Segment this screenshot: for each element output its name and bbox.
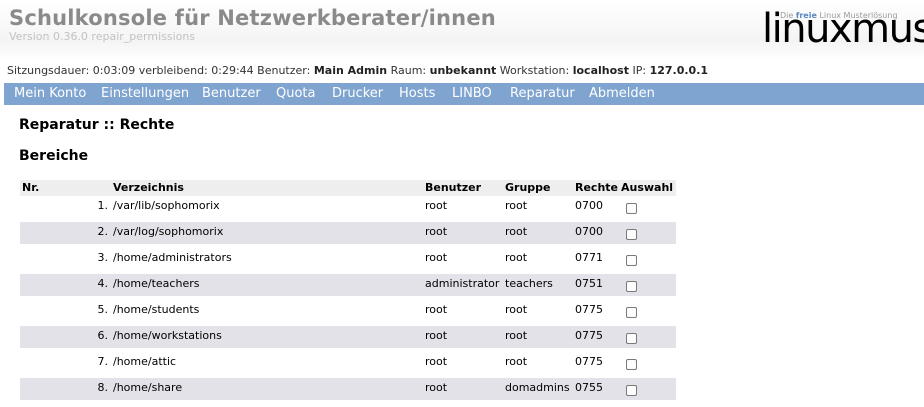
- nav-abmelden[interactable]: Abmelden: [589, 83, 655, 105]
- app-title: Schulkonsole für Netzwerkberater/innen: [9, 6, 496, 30]
- logo-wordmark: linuxmuster: [762, 6, 924, 52]
- table-row: 2. /var/log/sophomorix root root 0700: [20, 222, 676, 244]
- row-permissions: 0755: [575, 381, 603, 394]
- row-user: root: [425, 355, 448, 368]
- row-select-checkbox[interactable]: [626, 203, 637, 214]
- table-row: 3. /home/administrators root root 0771: [20, 248, 676, 270]
- row-directory: /home/share: [113, 381, 183, 394]
- row-group: root: [505, 355, 528, 368]
- row-permissions: 0700: [575, 225, 603, 238]
- row-user: administrator: [425, 277, 500, 290]
- column-header-benutzer: Benutzer: [425, 181, 482, 194]
- row-permissions: 0700: [575, 199, 603, 212]
- app-version: Version 0.36.0 repair_permissions: [9, 30, 196, 43]
- row-user: root: [425, 225, 448, 238]
- row-user: root: [425, 251, 448, 264]
- row-number: 2.: [97, 225, 109, 238]
- row-number: 1.: [97, 199, 109, 212]
- row-directory: /var/lib/sophomorix: [113, 199, 220, 212]
- row-group: root: [505, 329, 528, 342]
- nav-reparatur[interactable]: Reparatur: [510, 83, 575, 105]
- row-group: domadmins: [505, 381, 570, 394]
- table-row: 4. /home/teachers administrator teachers…: [20, 274, 676, 296]
- session-user-label: Benutzer:: [257, 64, 311, 77]
- row-directory: /home/workstations: [113, 329, 222, 342]
- row-number: 8.: [97, 381, 109, 394]
- session-ip-label: IP:: [632, 64, 647, 77]
- row-number: 6.: [97, 329, 109, 342]
- table-row: 5. /home/students root root 0775: [20, 300, 676, 322]
- row-select-checkbox[interactable]: [626, 281, 637, 292]
- table-row: 1. /var/lib/sophomorix root root 0700: [20, 196, 676, 218]
- table-row: 6. /home/workstations root root 0775: [20, 326, 676, 348]
- linuxmuster-logo: Die freie Linux Musterlösung linuxmuster: [760, 4, 924, 52]
- nav-benutzer[interactable]: Benutzer: [202, 83, 261, 105]
- row-group: root: [505, 199, 528, 212]
- row-number: 5.: [97, 303, 109, 316]
- row-user: root: [425, 381, 448, 394]
- session-duration: 0:03:09: [92, 64, 136, 77]
- session-info: Sitzungsdauer: 0:03:09 verbleibend: 0:29…: [7, 64, 708, 77]
- row-user: root: [425, 329, 448, 342]
- session-ip: 127.0.0.1: [649, 64, 709, 77]
- row-directory: /var/log/sophomorix: [113, 225, 224, 238]
- session-workstation-label: Workstation:: [499, 64, 570, 77]
- row-directory: /home/students: [113, 303, 200, 316]
- main-nav: Mein Konto Einstellungen Benutzer Quota …: [4, 83, 924, 105]
- row-select-checkbox[interactable]: [626, 229, 637, 240]
- row-number: 3.: [97, 251, 109, 264]
- page-header: Schulkonsole für Netzwerkberater/innen V…: [0, 0, 924, 60]
- row-directory: /home/teachers: [113, 277, 200, 290]
- row-group: root: [505, 251, 528, 264]
- column-header-auswahl: Auswahl: [621, 181, 674, 194]
- row-permissions: 0775: [575, 303, 603, 316]
- column-header-gruppe: Gruppe: [505, 181, 551, 194]
- row-select-checkbox[interactable]: [626, 359, 637, 370]
- row-group: teachers: [505, 277, 553, 290]
- session-remaining-label: verbleibend:: [138, 64, 208, 77]
- page-title: Reparatur :: Rechte: [19, 117, 175, 133]
- nav-drucker[interactable]: Drucker: [332, 83, 383, 105]
- row-select-checkbox[interactable]: [626, 385, 637, 396]
- row-select-checkbox[interactable]: [626, 255, 637, 266]
- row-group: root: [505, 303, 528, 316]
- row-permissions: 0775: [575, 329, 603, 342]
- nav-linbo[interactable]: LINBO: [452, 83, 492, 105]
- session-workstation: localhost: [572, 64, 629, 77]
- table-header: Nr. Verzeichnis Benutzer Gruppe Rechte A…: [20, 180, 676, 196]
- section-title: Bereiche: [19, 148, 89, 164]
- row-directory: /home/attic: [113, 355, 177, 368]
- row-directory: /home/administrators: [113, 251, 232, 264]
- row-number: 4.: [97, 277, 109, 290]
- row-number: 7.: [97, 355, 109, 368]
- nav-hosts[interactable]: Hosts: [399, 83, 435, 105]
- column-header-verzeichnis: Verzeichnis: [113, 181, 184, 194]
- row-permissions: 0775: [575, 355, 603, 368]
- column-header-rechte: Rechte: [575, 181, 619, 194]
- table-row: 7. /home/attic root root 0775: [20, 352, 676, 374]
- nav-quota[interactable]: Quota: [276, 83, 316, 105]
- row-user: root: [425, 199, 448, 212]
- session-remaining: 0:29:44: [211, 64, 254, 77]
- row-select-checkbox[interactable]: [626, 307, 637, 318]
- table-row: 8. /home/share root domadmins 0755: [20, 378, 676, 400]
- session-room: unbekannt: [429, 64, 497, 77]
- session-user: Main Admin: [313, 64, 388, 77]
- session-duration-label: Sitzungsdauer:: [7, 64, 90, 77]
- row-user: root: [425, 303, 448, 316]
- nav-einstellungen[interactable]: Einstellungen: [101, 83, 189, 105]
- row-select-checkbox[interactable]: [626, 333, 637, 344]
- nav-mein-konto[interactable]: Mein Konto: [14, 83, 86, 105]
- row-permissions: 0771: [575, 251, 603, 264]
- session-room-label: Raum:: [390, 64, 427, 77]
- row-permissions: 0751: [575, 277, 603, 290]
- row-group: root: [505, 225, 528, 238]
- column-header-nr: Nr.: [22, 181, 40, 194]
